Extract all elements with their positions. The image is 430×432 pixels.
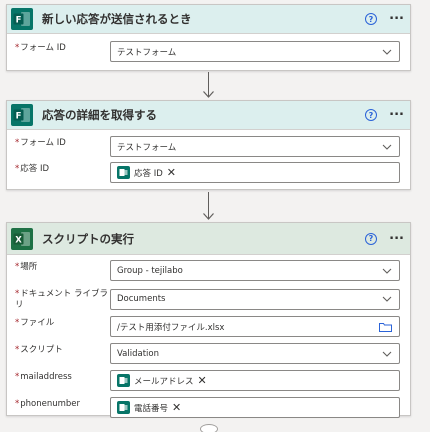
response-id-input[interactable]: 応答 ID ✕ xyxy=(110,162,400,183)
run-script-title: スクリプトの実行 xyxy=(42,231,134,246)
script-row: *スクリプト Validation xyxy=(15,343,400,364)
response-id-label: 応答 ID xyxy=(20,164,50,174)
document-library-label: ドキュメント ライブラリ xyxy=(15,289,108,310)
add-step-connector[interactable] xyxy=(200,424,218,432)
chevron-down-icon[interactable] xyxy=(382,266,392,276)
file-picker-input[interactable]: /テスト用添付ファイル.xlsx xyxy=(110,316,400,337)
token-label: 応答 ID xyxy=(134,168,163,179)
microsoft-excel-icon: X xyxy=(11,227,33,250)
help-icon[interactable]: ? xyxy=(365,109,377,121)
microsoft-forms-icon: F xyxy=(11,8,33,30)
trigger-card[interactable]: F 新しい応答が送信されるとき ? ··· *フォーム ID テストフォーム xyxy=(6,4,411,71)
token-label: メールアドレス xyxy=(134,376,194,387)
arrow-down-icon xyxy=(203,213,214,220)
location-dropdown[interactable]: Group - tejilabo xyxy=(110,260,400,281)
mailaddress-row: *mailaddress メールアドレス ✕ xyxy=(15,370,400,391)
form-id-value: テストフォーム xyxy=(117,142,177,153)
trigger-card-header[interactable]: F 新しい応答が送信されるとき ? ··· xyxy=(7,5,410,34)
response-id-row: *応答 ID 応答 ID ✕ xyxy=(15,162,400,183)
document-library-dropdown[interactable]: Documents xyxy=(110,288,400,310)
script-label: スクリプト xyxy=(20,345,63,355)
form-id-row: *フォーム ID テストフォーム xyxy=(15,136,400,157)
more-options-icon[interactable]: ··· xyxy=(389,109,404,122)
microsoft-forms-icon xyxy=(117,166,130,179)
trigger-title: 新しい応答が送信されるとき xyxy=(42,12,192,26)
get-details-card[interactable]: F 応答の詳細を取得する ? ··· *フォーム ID テストフォーム *応答 … xyxy=(6,100,411,190)
close-icon[interactable]: ✕ xyxy=(198,375,207,386)
arrow-down-icon xyxy=(203,91,214,98)
get-details-title: 応答の詳細を取得する xyxy=(42,108,157,122)
run-script-card[interactable]: X スクリプトの実行 ? ··· *場所 Group - tejilabo *ド… xyxy=(6,222,411,418)
more-options-icon[interactable]: ··· xyxy=(389,232,404,245)
document-library-row: *ドキュメント ライブラリ Documents xyxy=(15,287,400,311)
form-id-label: フォーム ID xyxy=(20,43,66,53)
dynamic-content-token[interactable]: 電話番号 ✕ xyxy=(117,400,181,415)
location-value: Group - tejilabo xyxy=(117,265,183,276)
script-dropdown[interactable]: Validation xyxy=(110,343,400,364)
more-options-icon[interactable]: ··· xyxy=(389,13,404,26)
svg-text:F: F xyxy=(16,112,22,122)
file-value: /テスト用添付ファイル.xlsx xyxy=(117,322,225,333)
folder-icon[interactable] xyxy=(379,322,392,332)
close-icon[interactable]: ✕ xyxy=(167,167,176,178)
dynamic-content-token[interactable]: メールアドレス ✕ xyxy=(117,373,207,388)
chevron-down-icon[interactable] xyxy=(382,294,392,304)
location-row: *場所 Group - tejilabo xyxy=(15,260,400,281)
microsoft-forms-icon xyxy=(117,401,130,414)
form-id-value: テストフォーム xyxy=(117,47,177,58)
token-label: 電話番号 xyxy=(134,403,169,414)
location-label: 場所 xyxy=(20,262,38,272)
chevron-down-icon[interactable] xyxy=(382,47,392,57)
chevron-down-icon[interactable] xyxy=(382,142,392,152)
script-value: Validation xyxy=(117,348,159,359)
run-script-card-header[interactable]: X スクリプトの実行 ? ··· xyxy=(7,223,410,255)
chevron-down-icon[interactable] xyxy=(382,349,392,359)
get-details-card-header[interactable]: F 応答の詳細を取得する ? ··· xyxy=(7,101,410,130)
microsoft-forms-icon: F xyxy=(11,104,33,126)
help-icon[interactable]: ? xyxy=(365,13,377,25)
form-id-row: *フォーム ID テストフォーム xyxy=(15,41,400,62)
close-icon[interactable]: ✕ xyxy=(172,402,181,413)
form-id-dropdown[interactable]: テストフォーム xyxy=(110,136,400,157)
phonenumber-label: phonenumber xyxy=(20,399,81,409)
form-id-dropdown[interactable]: テストフォーム xyxy=(110,41,400,62)
mailaddress-label: mailaddress xyxy=(20,372,72,382)
dynamic-content-token[interactable]: 応答 ID ✕ xyxy=(117,165,176,180)
help-icon[interactable]: ? xyxy=(365,232,377,245)
svg-text:X: X xyxy=(15,235,22,245)
document-library-value: Documents xyxy=(117,294,166,304)
mailaddress-input[interactable]: メールアドレス ✕ xyxy=(110,370,400,391)
svg-text:F: F xyxy=(16,16,22,26)
file-label: ファイル xyxy=(20,318,55,328)
form-id-label: フォーム ID xyxy=(20,138,66,148)
microsoft-forms-icon xyxy=(117,374,130,387)
file-row: *ファイル /テスト用添付ファイル.xlsx xyxy=(15,316,400,337)
phonenumber-row: *phonenumber 電話番号 ✕ xyxy=(15,397,400,418)
phonenumber-input[interactable]: 電話番号 ✕ xyxy=(110,397,400,418)
